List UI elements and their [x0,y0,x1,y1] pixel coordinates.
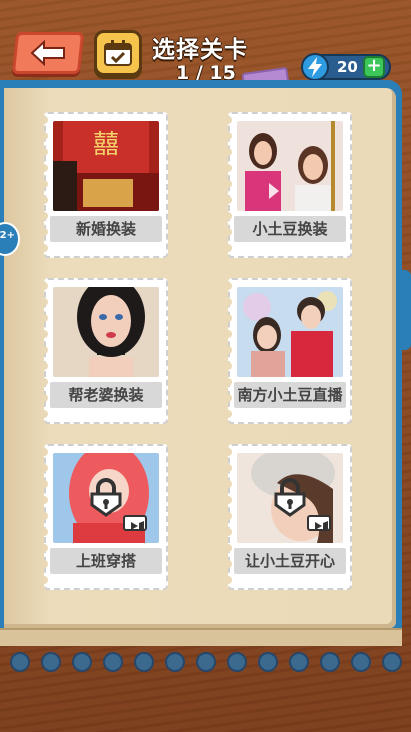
binding-dot [40,652,61,672]
level-label: 小土豆换装 [234,216,346,242]
binding-dot [164,652,185,672]
binding-dot [9,652,30,672]
calendar-check-icon [104,40,132,66]
level-thumbnail [237,121,343,211]
binding-dot [381,652,402,672]
level-thumbnail [237,287,343,377]
level-label: 新婚换装 [50,216,162,242]
energy-value: 20 [337,58,358,76]
level-card-3[interactable]: 帮老婆换装 [44,278,168,424]
lock-icon [274,478,306,517]
top-bar: 选择关卡 1 / 15 20 + [0,0,411,100]
level-thumbnail: 囍 [53,121,159,211]
video-ad-icon [307,515,331,531]
level-thumbnail [53,287,159,377]
level-card-1[interactable]: 囍 新婚换装 [44,112,168,258]
svg-text:囍: 囍 [93,130,119,160]
level-thumbnail [53,453,159,543]
binding-dot [71,652,92,672]
lightning-icon [301,53,329,81]
level-card-6[interactable]: 让小土豆开心 [228,444,352,590]
level-label: 帮老婆换装 [50,382,162,408]
back-arrow-icon [30,40,65,66]
binding-dot [102,652,123,672]
binding-dot [257,652,278,672]
binding-dot [133,652,154,672]
level-card-4[interactable]: 南方小土豆直播 [228,278,352,424]
energy-counter[interactable]: 20 + [301,53,391,81]
binding-dot [350,652,371,672]
level-label: 让小土豆开心 [234,548,346,574]
calendar-button[interactable] [94,30,142,76]
level-card-2[interactable]: 小土豆换装 [228,112,352,258]
book-side-tab [397,270,411,350]
video-ad-icon [123,515,147,531]
add-energy-button[interactable]: + [363,56,385,78]
back-button[interactable] [11,32,85,74]
level-thumbnail [237,453,343,543]
binding-dot [195,652,216,672]
book-binding-dots [0,652,411,674]
book-page-edge [0,628,402,646]
level-label: 上班穿搭 [50,548,162,574]
page-title: 选择关卡 [152,37,248,63]
level-card-5[interactable]: 上班穿搭 [44,444,168,590]
level-label: 南方小土豆直播 [234,382,346,408]
binding-dot [288,652,309,672]
binding-dot [226,652,247,672]
lock-icon [90,478,122,517]
binding-dot [319,652,340,672]
